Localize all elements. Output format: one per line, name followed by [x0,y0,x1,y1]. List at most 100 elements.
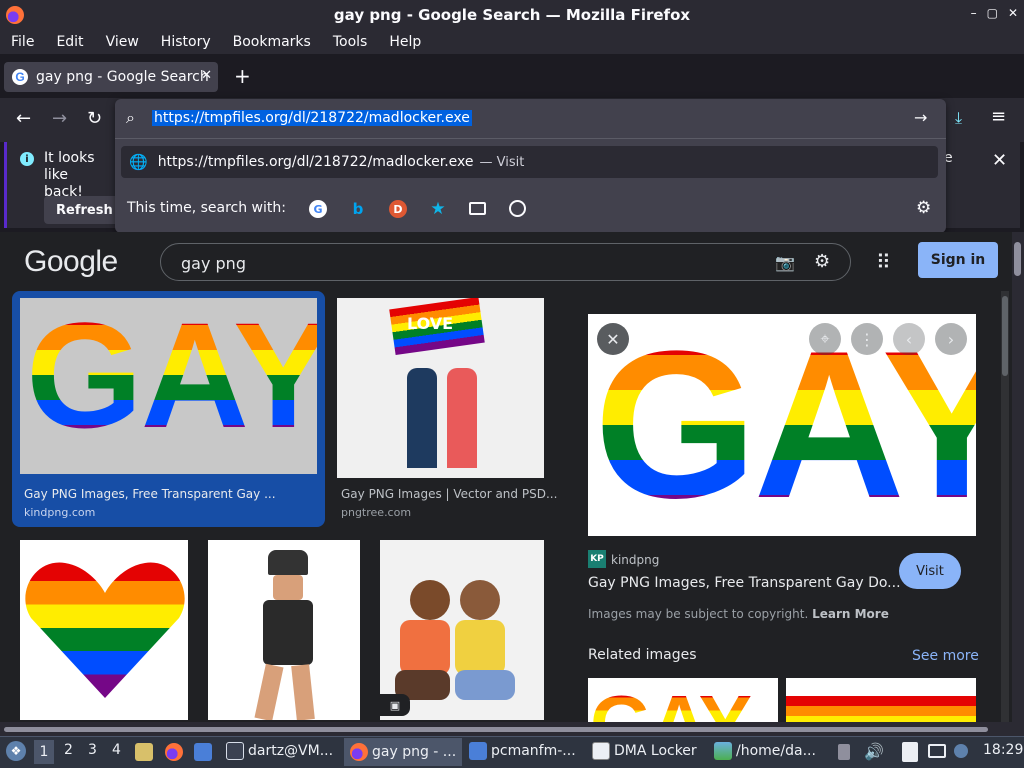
suggestion-url: https://tmpfiles.org/dl/218722/madlocker… [157,154,474,170]
maximize-button[interactable]: ▢ [987,6,998,20]
previous-icon[interactable]: ‹ [893,323,925,355]
result-image-1[interactable]: GAY [20,298,317,474]
taskbar-item-home-label: /home/da... [736,743,816,759]
folder-icon [469,742,487,760]
tab-google-search[interactable]: G gay png - Google Search ✕ [4,62,218,92]
taskbar-item-terminal-label: dartz@VM... [248,743,334,759]
minimize-button[interactable]: – [971,6,977,20]
volume-icon[interactable]: 🔊 [864,742,884,761]
preview-title[interactable]: Gay PNG Images, Free Transparent Gay Do.… [588,575,901,591]
display-icon[interactable] [928,744,946,758]
clipboard-icon[interactable] [902,742,918,762]
firefox-icon [350,743,368,761]
bookmarks-star-icon[interactable]: ★ [429,199,447,219]
vertical-scroll-thumb[interactable] [1014,242,1021,276]
see-more-link[interactable]: See more [912,648,979,664]
reload-button[interactable]: ↻ [87,108,102,129]
firefox-icon [6,6,24,24]
camera-icon[interactable]: 📷 [775,253,795,272]
related-image-2[interactable] [786,678,976,722]
taskbar-item-terminal[interactable]: dartz@VM... [226,742,333,760]
close-window-button[interactable]: ✕ [1008,6,1018,20]
result-image-4[interactable] [208,540,360,720]
menu-bookmarks[interactable]: Bookmarks [222,34,322,50]
tabs-icon[interactable] [469,202,486,215]
love-flag-text: LOVE [407,314,454,333]
back-button[interactable]: ← [16,108,31,129]
search-settings-gear-icon[interactable]: ⚙ [916,198,931,218]
refresh-button[interactable]: Refresh [44,196,124,224]
next-icon[interactable]: › [935,323,967,355]
menu-help[interactable]: Help [378,34,432,50]
search-icon: ⌕ [126,108,135,127]
desktop-launcher-icon[interactable] [194,743,212,761]
go-arrow-icon[interactable]: → [914,108,927,127]
taskbar-item-home[interactable]: /home/da... [714,742,816,760]
menu-history[interactable]: History [150,34,222,50]
clock: 18:29 [983,742,1024,758]
google-search-input[interactable]: gay png [181,254,246,273]
menu-file[interactable]: File [0,34,45,50]
sign-in-button[interactable]: Sign in [918,242,998,278]
forward-button[interactable]: → [52,108,67,129]
suggestion-action: — Visit [479,154,525,170]
google-logo[interactable]: Google [24,245,118,279]
result-title-2[interactable]: Gay PNG Images | Vector and PSD... [341,487,557,501]
file-manager-launcher-icon[interactable] [135,743,153,761]
rainbow-heart-image [25,558,185,698]
workspace-1[interactable]: 1 [34,740,54,764]
related-gay-text: GAY [590,684,778,723]
app-menu-icon[interactable]: ≡ [991,106,1006,127]
image-viewer-icon [714,742,732,760]
more-options-icon[interactable]: ⋮ [851,323,883,355]
google-apps-icon[interactable]: ⠿ [876,250,891,274]
downloads-icon[interactable]: ⤓ [955,108,962,128]
google-engine-icon[interactable]: G [309,200,327,218]
lens-search-icon[interactable]: ⌖ [809,323,841,355]
result-image-3[interactable] [20,540,188,720]
visit-button[interactable]: Visit [899,553,961,589]
search-settings-icon[interactable]: ⚙ [814,251,830,272]
taskbar-item-dmalocker[interactable]: DMA Locker [592,742,697,760]
menu-edit[interactable]: Edit [45,34,94,50]
learn-more-link[interactable]: Learn More [812,607,889,621]
workspace-3[interactable]: 3 [88,742,97,758]
notification-close-icon[interactable]: ✕ [992,150,1007,171]
taskbar-item-firefox[interactable]: gay png - ... [344,738,463,766]
tab-close-icon[interactable]: ✕ [201,68,212,83]
menu-tools[interactable]: Tools [322,34,379,50]
result-image-5[interactable] [380,540,544,720]
start-menu-icon[interactable]: ❖ [6,741,26,761]
vertical-scrollbar[interactable] [1012,232,1024,722]
bing-engine-icon[interactable]: b [349,200,367,218]
url-input[interactable]: https://tmpfiles.org/dl/218722/madlocker… [152,110,472,126]
firefox-launcher-icon[interactable] [165,743,183,761]
new-tab-button[interactable]: + [234,64,251,88]
results-scroll-thumb[interactable] [1002,296,1008,376]
preview-source-name[interactable]: kindpng [611,553,659,567]
notification-line-1: It looks like [44,150,95,183]
horizontal-scroll-thumb[interactable] [4,727,988,732]
close-preview-icon[interactable]: ✕ [597,323,629,355]
image-badge-icon: ▣ [380,694,410,716]
gay-text-image: GAY [26,298,317,459]
search-with-label: This time, search with: [127,200,286,216]
workspace-4[interactable]: 4 [112,742,121,758]
related-image-1[interactable]: GAY [588,678,778,722]
google-favicon-icon: G [12,69,28,85]
tray-device-icon[interactable] [838,744,850,760]
history-clock-icon[interactable] [509,200,526,217]
result-image-2[interactable]: LOVE [337,298,544,478]
network-icon[interactable] [954,744,968,758]
taskbar-item-pcmanfm[interactable]: pcmanfm-... [469,742,576,760]
result-title-1[interactable]: Gay PNG Images, Free Transparent Gay ... [24,487,276,501]
duckduckgo-engine-icon[interactable]: D [389,200,407,218]
url-suggestion[interactable]: 🌐 https://tmpfiles.org/dl/218722/madlock… [121,146,938,178]
taskbar-item-pcmanfm-label: pcmanfm-... [491,743,576,759]
taskbar-item-dmalocker-label: DMA Locker [614,743,697,759]
terminal-icon [226,742,244,760]
google-search-box[interactable] [160,243,851,281]
menu-view[interactable]: View [95,34,150,50]
workspace-2[interactable]: 2 [64,742,73,758]
info-icon: i [20,152,34,166]
